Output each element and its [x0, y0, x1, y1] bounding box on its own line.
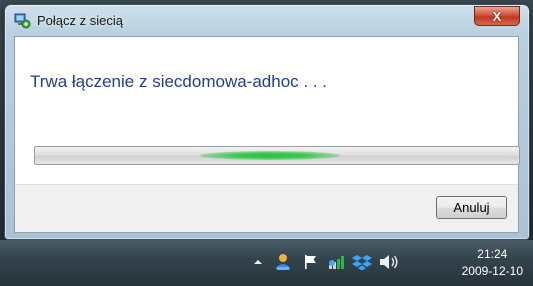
dropbox-icon[interactable] [352, 253, 372, 271]
dialog-footer: Anuluj [15, 184, 518, 232]
volume-icon[interactable] [378, 253, 400, 271]
network-connect-icon [14, 13, 31, 29]
dialog-window: Połącz z siecią X Trwa łączenie z siecdo… [4, 4, 530, 240]
cancel-button[interactable]: Anuluj [436, 196, 507, 219]
show-hidden-icons-arrow[interactable] [253, 257, 263, 267]
network-signal-icon[interactable] [327, 253, 347, 271]
taskbar: 21:24 2009-12-10 [0, 240, 533, 286]
progress-bar [34, 146, 520, 165]
clock-time: 21:24 [477, 247, 508, 261]
dialog-content: Trwa łączenie z siecdomowa-adhoc . . . A… [14, 36, 520, 233]
close-icon: X [492, 8, 502, 24]
system-clock[interactable]: 21:24 2009-12-10 [462, 246, 523, 280]
progress-marquee [200, 151, 340, 160]
close-button[interactable]: X [474, 6, 520, 26]
network-icon[interactable] [273, 253, 293, 271]
connection-status-text: Trwa łączenie z siecdomowa-adhoc . . . [30, 72, 327, 91]
window-title: Połącz z siecią [37, 13, 123, 28]
clock-date: 2009-12-10 [461, 264, 523, 278]
action-center-flag-icon[interactable] [302, 253, 320, 271]
title-bar[interactable]: Połącz z siecią X [5, 5, 529, 37]
